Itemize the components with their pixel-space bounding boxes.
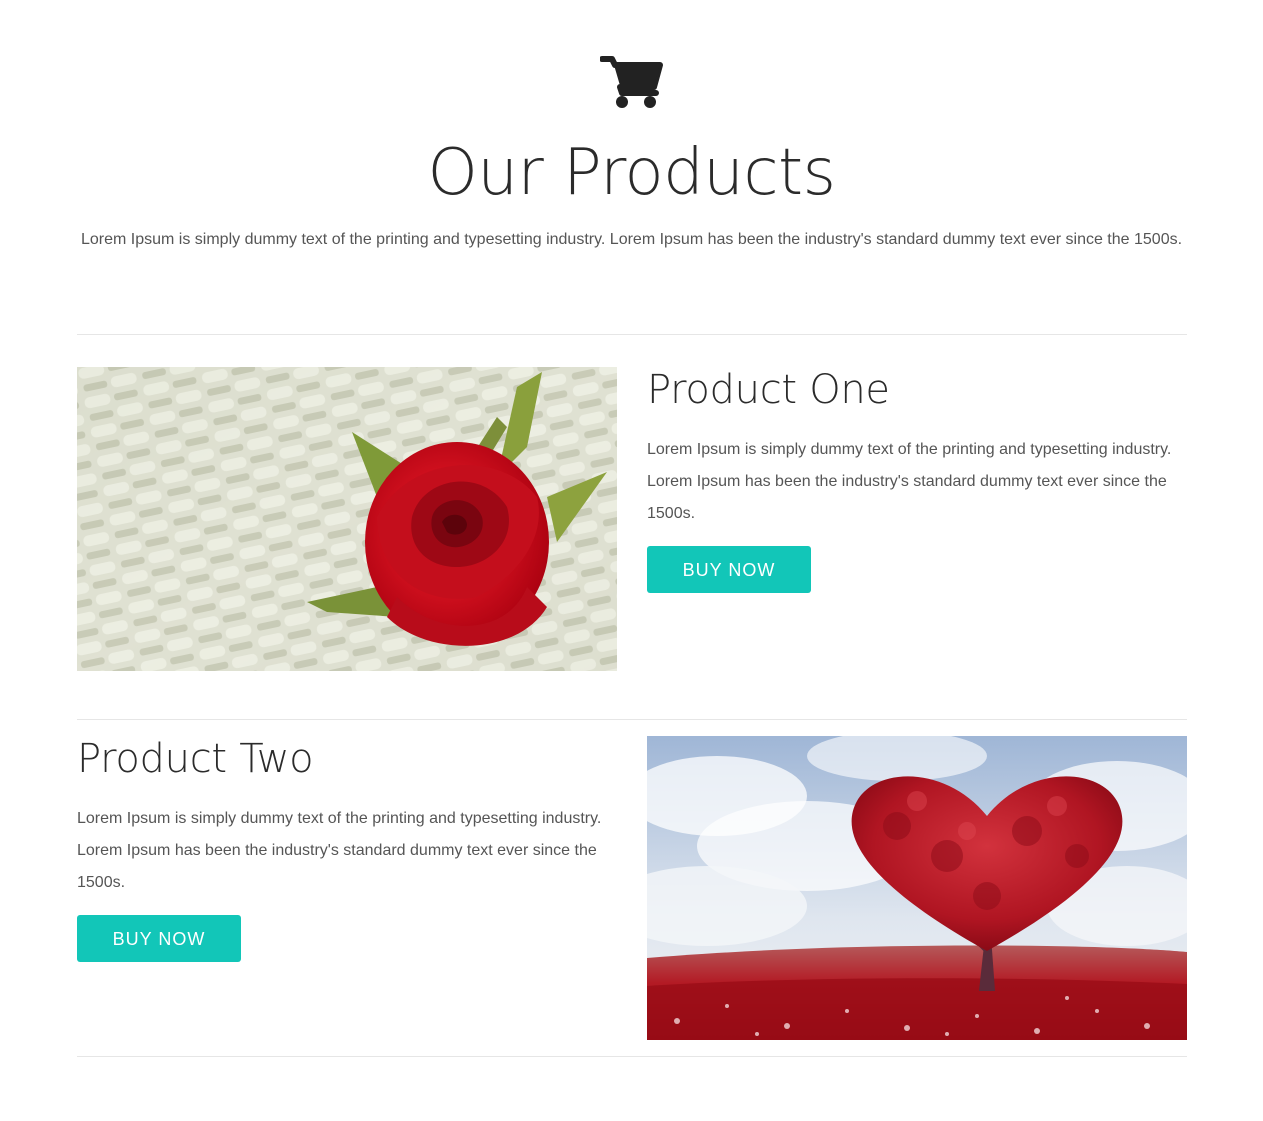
divider [77, 1056, 1187, 1057]
divider [77, 719, 1187, 720]
product-two-title: Product Two [77, 736, 314, 782]
product-two-info: Product Two Lorem Ipsum is simply dummy … [77, 735, 622, 962]
shopping-cart-icon [599, 55, 664, 111]
product-one-description: Lorem Ipsum is simply dummy text of the … [647, 441, 1172, 522]
product-one-buy-button[interactable]: BUY NOW [647, 546, 811, 593]
product-one-image [77, 367, 617, 671]
product-two-buy-button[interactable]: BUY NOW [77, 915, 241, 962]
divider [77, 334, 1187, 335]
product-two-image [647, 736, 1187, 1040]
page-title: Our Products [427, 136, 836, 210]
product-one-title: Product One [647, 367, 890, 413]
product-two-description: Lorem Ipsum is simply dummy text of the … [77, 810, 602, 891]
product-one-info: Product One Lorem Ipsum is simply dummy … [647, 366, 1192, 593]
intro-text: Lorem Ipsum is simply dummy text of the … [80, 231, 1183, 248]
